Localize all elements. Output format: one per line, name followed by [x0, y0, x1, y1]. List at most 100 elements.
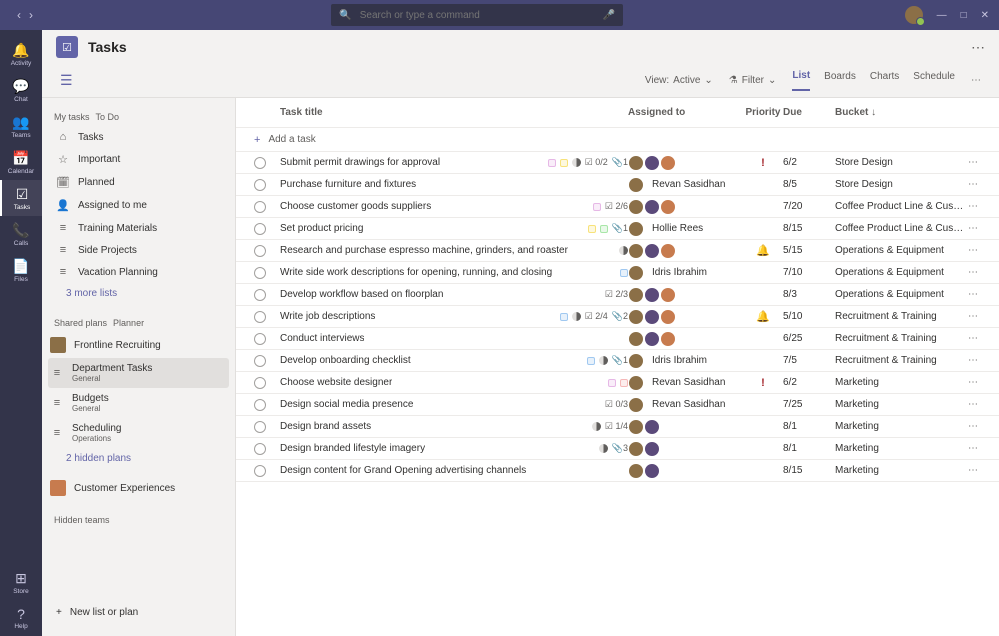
plan-department-tasks[interactable]: ≡Department TasksGeneral	[48, 358, 229, 388]
col-priority[interactable]: Priority	[743, 107, 783, 118]
avatar	[628, 375, 644, 391]
rail-item-files[interactable]: 📄Files	[0, 252, 42, 288]
rail-item-chat[interactable]: 💬Chat	[0, 72, 42, 108]
row-more-icon[interactable]: ⋯	[965, 333, 981, 344]
col-due[interactable]: Due	[783, 107, 835, 118]
more-lists-link[interactable]: 3 more lists	[48, 283, 229, 304]
table-row[interactable]: Set product pricing📎1 Hollie Rees 8/15 C…	[236, 218, 999, 240]
tab-charts[interactable]: Charts	[870, 71, 899, 90]
hamburger-icon[interactable]: ☰	[60, 72, 73, 89]
complete-radio[interactable]	[254, 443, 266, 455]
complete-radio[interactable]	[254, 245, 266, 257]
search-input[interactable]	[360, 10, 595, 21]
complete-radio[interactable]	[254, 333, 266, 345]
mic-icon[interactable]: 🎤	[603, 10, 615, 21]
profile-avatar[interactable]	[905, 6, 923, 24]
row-more-icon[interactable]: ⋯	[965, 399, 981, 410]
rail-item-help[interactable]: ?Help	[0, 600, 42, 636]
plan-scheduling[interactable]: ≡SchedulingOperations	[48, 418, 229, 448]
tag-icon	[560, 159, 568, 167]
row-more-icon[interactable]: ⋯	[965, 245, 981, 256]
assigned-to: Revan Sasidhan	[628, 397, 743, 413]
close-icon[interactable]: ✕	[981, 10, 989, 21]
col-bucket[interactable]: Bucket ↓	[835, 107, 965, 118]
plus-icon: +	[254, 134, 260, 146]
row-more-icon[interactable]: ⋯	[965, 179, 981, 190]
complete-radio[interactable]	[254, 421, 266, 433]
maximize-icon[interactable]: □	[961, 10, 967, 21]
add-task-row[interactable]: + Add a task	[236, 128, 999, 152]
rail-item-calendar[interactable]: 📅Calendar	[0, 144, 42, 180]
complete-radio[interactable]	[254, 223, 266, 235]
list-item-assigned-to-me[interactable]: 👤Assigned to me	[48, 194, 229, 217]
view-dropdown[interactable]: View: Active ⌄	[645, 75, 713, 86]
list-item-important[interactable]: ☆Important	[48, 148, 229, 171]
header-more-icon[interactable]: ⋯	[971, 39, 985, 56]
tab-schedule[interactable]: Schedule	[913, 71, 955, 90]
rail-item-store[interactable]: ⊞Store	[0, 564, 42, 600]
hidden-plans-link[interactable]: 2 hidden plans	[48, 448, 229, 469]
task-title: Develop onboarding checklist	[280, 355, 411, 366]
tab-list[interactable]: List	[792, 70, 810, 91]
table-row[interactable]: Research and purchase espresso machine, …	[236, 240, 999, 262]
row-more-icon[interactable]: ⋯	[965, 421, 981, 432]
nav-back-icon[interactable]: ‹	[17, 8, 21, 22]
filter-dropdown[interactable]: ⚗ Filter ⌄	[729, 75, 777, 86]
table-row[interactable]: Conduct interviews 6/25 Recruitment & Tr…	[236, 328, 999, 350]
complete-radio[interactable]	[254, 377, 266, 389]
nav-forward-icon[interactable]: ›	[29, 8, 33, 22]
list-item-tasks[interactable]: ⌂Tasks	[48, 126, 229, 148]
minimize-icon[interactable]: —	[937, 10, 947, 21]
list-item-vacation-planning[interactable]: ≡Vacation Planning	[48, 261, 229, 283]
complete-radio[interactable]	[254, 157, 266, 169]
complete-radio[interactable]	[254, 289, 266, 301]
new-list-button[interactable]: + New list or plan	[48, 599, 229, 626]
complete-radio[interactable]	[254, 399, 266, 411]
row-more-icon[interactable]: ⋯	[965, 311, 981, 322]
assigned-to: Revan Sasidhan	[628, 177, 743, 193]
list-item-planned[interactable]: 🗓Planned	[48, 171, 229, 194]
table-row[interactable]: Write side work descriptions for opening…	[236, 262, 999, 284]
col-title[interactable]: Task title	[280, 107, 628, 118]
complete-radio[interactable]	[254, 267, 266, 279]
table-row[interactable]: Design branded lifestyle imagery📎3 8/1 M…	[236, 438, 999, 460]
subbar-more-icon[interactable]: ⋯	[971, 75, 981, 86]
row-more-icon[interactable]: ⋯	[965, 267, 981, 278]
row-more-icon[interactable]: ⋯	[965, 377, 981, 388]
table-row[interactable]: Choose customer goods suppliers☑ 2/6 7/2…	[236, 196, 999, 218]
row-more-icon[interactable]: ⋯	[965, 465, 981, 476]
search-box[interactable]: 🔍 🎤	[331, 4, 623, 26]
table-row[interactable]: Design brand assets☑ 1/4 8/1 Marketing ⋯	[236, 416, 999, 438]
complete-radio[interactable]	[254, 311, 266, 323]
row-more-icon[interactable]: ⋯	[965, 223, 981, 234]
table-row[interactable]: Develop workflow based on floorplan☑ 2/3…	[236, 284, 999, 306]
row-more-icon[interactable]: ⋯	[965, 443, 981, 454]
row-more-icon[interactable]: ⋯	[965, 355, 981, 366]
plan-budgets[interactable]: ≡BudgetsGeneral	[48, 388, 229, 418]
complete-radio[interactable]	[254, 179, 266, 191]
list-item-training-materials[interactable]: ≡Training Materials	[48, 217, 229, 239]
row-more-icon[interactable]: ⋯	[965, 201, 981, 212]
rail-item-tasks[interactable]: ☑Tasks	[0, 180, 42, 216]
row-more-icon[interactable]: ⋯	[965, 289, 981, 300]
table-row[interactable]: Write job descriptions☑ 2/4📎2 🔔 5/10 Rec…	[236, 306, 999, 328]
table-row[interactable]: Purchase furniture and fixtures Revan Sa…	[236, 174, 999, 196]
table-row[interactable]: Design social media presence☑ 0/3 Revan …	[236, 394, 999, 416]
table-row[interactable]: Develop onboarding checklist📎1 Idris Ibr…	[236, 350, 999, 372]
rail-item-teams[interactable]: 👥Teams	[0, 108, 42, 144]
complete-radio[interactable]	[254, 465, 266, 477]
table-row[interactable]: Design content for Grand Opening adverti…	[236, 460, 999, 482]
row-more-icon[interactable]: ⋯	[965, 157, 981, 168]
plan-frontline-recruiting[interactable]: Frontline Recruiting	[48, 332, 229, 358]
table-row[interactable]: Submit permit drawings for approval☑ 0/2…	[236, 152, 999, 174]
rail-item-calls[interactable]: 📞Calls	[0, 216, 42, 252]
table-row[interactable]: Choose website designer Revan Sasidhan !…	[236, 372, 999, 394]
customer-experiences[interactable]: Customer Experiences	[48, 475, 229, 501]
list-item-side-projects[interactable]: ≡Side Projects	[48, 239, 229, 261]
col-assigned[interactable]: Assigned to	[628, 107, 743, 118]
complete-radio[interactable]	[254, 201, 266, 213]
complete-radio[interactable]	[254, 355, 266, 367]
rail-item-activity[interactable]: 🔔Activity	[0, 36, 42, 72]
tab-boards[interactable]: Boards	[824, 71, 856, 90]
avatar	[660, 243, 676, 259]
